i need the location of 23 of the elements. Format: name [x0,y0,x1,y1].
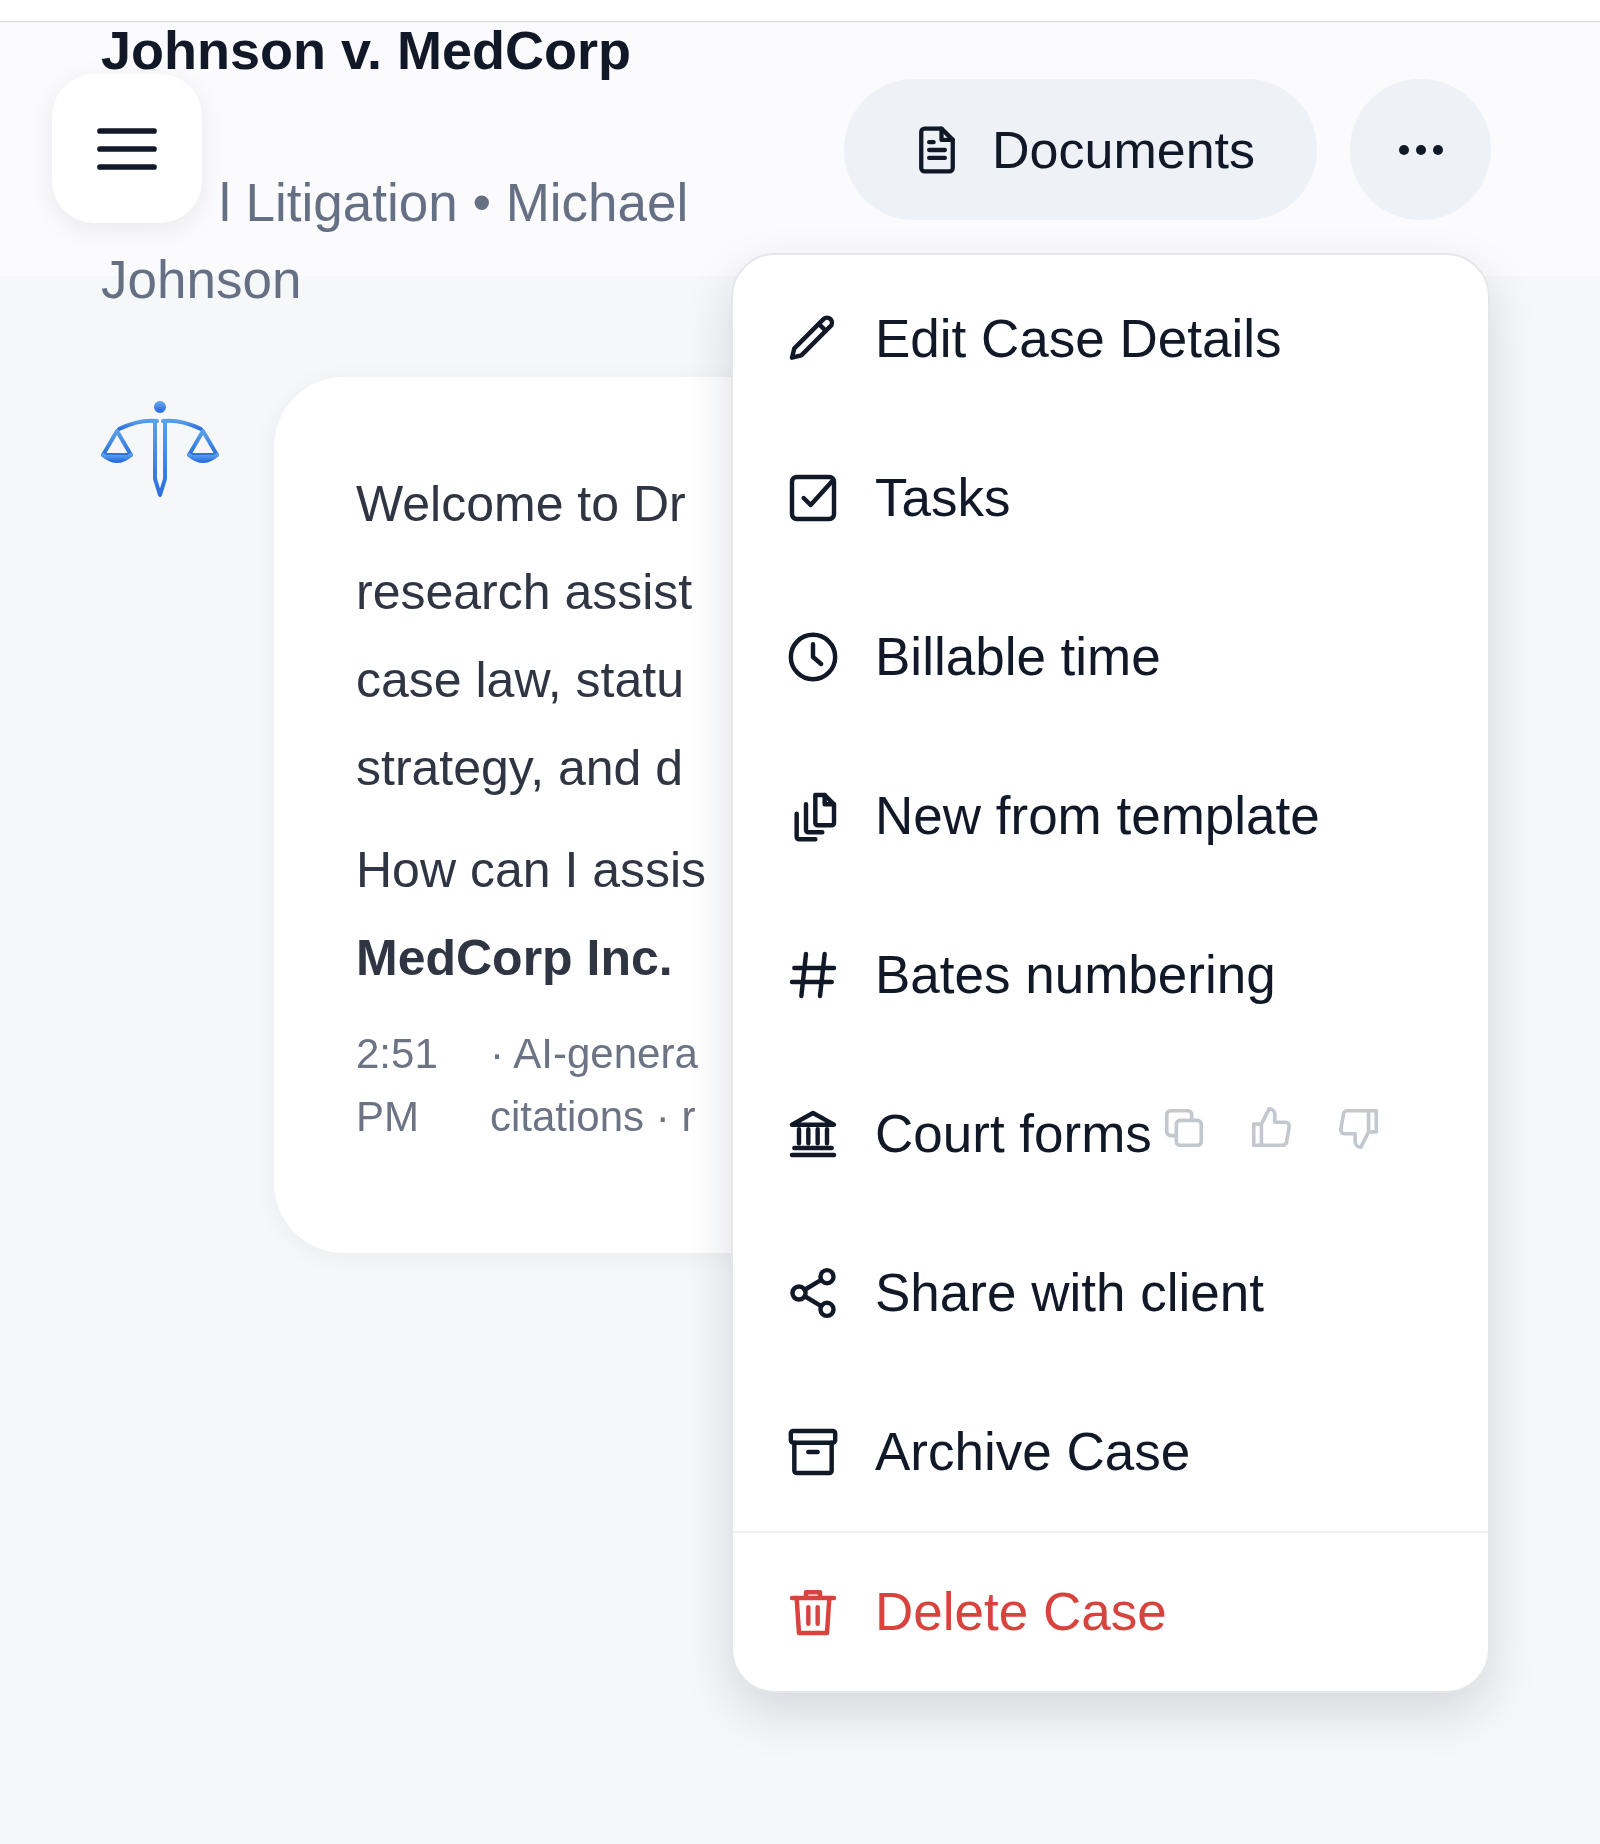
message-text: Welcome to Dr [356,475,686,534]
case-subtitle: l Litigation • Michael Johnson [101,172,690,311]
message-text: research assist [356,563,693,622]
documents-button[interactable]: Documents [844,79,1317,220]
menu-item[interactable]: Bates numbering [733,895,1488,1054]
menu-item[interactable]: Court forms [733,1054,1488,1213]
menu-item[interactable]: Share with client [733,1213,1488,1372]
message-text: strategy, and d [356,739,684,798]
message-note: citations · r [490,1092,696,1142]
menu-item[interactable]: Delete Case [733,1531,1488,1690]
case-title: Johnson v. MedCorp [101,22,631,78]
menu-item[interactable]: Tasks [733,418,1488,577]
menu-item[interactable]: Billable time [733,577,1488,736]
more-icon [1397,143,1444,156]
menu-item[interactable]: Edit Case Details [733,259,1488,418]
menu-item[interactable]: Archive Case [733,1372,1488,1531]
message-text: MedCorp Inc. [356,929,673,988]
menu-item[interactable]: New from template [733,736,1488,895]
message-note: · AI-genera [490,1029,698,1079]
message-text: case law, statu [356,651,684,710]
message-text: How can I assis [356,841,707,900]
message-time: 2:51 PM [356,1029,439,1142]
menu-button[interactable] [52,74,202,223]
